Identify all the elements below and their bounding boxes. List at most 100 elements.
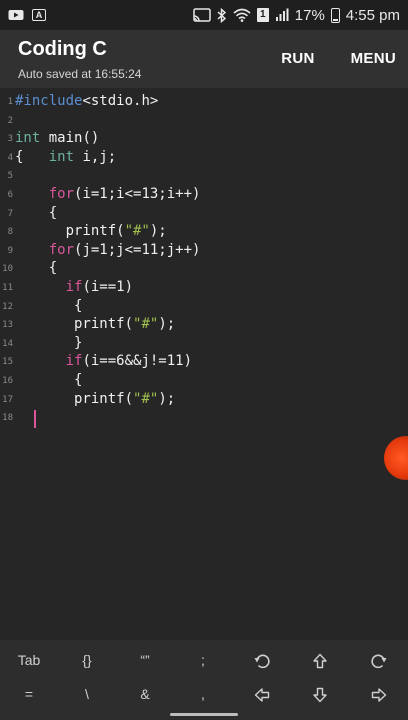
code-line[interactable]: 16 { — [0, 371, 408, 389]
code-token: { — [15, 204, 58, 221]
code-token: if — [65, 279, 83, 295]
code-editor[interactable]: 1 #include<stdio.h> 2 3 int main() 4{ int i,j… — [0, 88, 408, 640]
line-number: 13 — [2, 320, 13, 331]
line-number: 1 — [7, 97, 13, 107]
code-line[interactable]: 9 for(j=1;j<=11;j++) — [0, 241, 408, 259]
code-token: main() — [40, 130, 100, 147]
arrow-down-icon[interactable] — [300, 676, 340, 712]
line-number: 15 — [2, 357, 13, 368]
run-button[interactable]: RUN — [281, 50, 314, 67]
braces-key[interactable]: {} — [67, 642, 107, 678]
clock: 4:55 pm — [345, 6, 400, 24]
code-token: "#" — [133, 390, 159, 407]
sim-icon: 1 — [256, 8, 269, 22]
code-line[interactable]: 3 int main() — [0, 129, 408, 147]
text-cursor — [34, 410, 36, 428]
code-line[interactable]: 8 printf("#"); — [0, 222, 408, 240]
code-text: printf("#"); — [15, 222, 167, 240]
code-text: for(i=1;i<=13;i++) — [15, 185, 201, 203]
code-token: if — [65, 353, 83, 370]
code-line[interactable]: 2 — [0, 111, 408, 129]
code-text: for(j=1;j<=11;j++) — [15, 241, 201, 259]
line-number: 4 — [7, 152, 13, 163]
code-line[interactable]: 7 { — [0, 204, 408, 222]
a-icon: A — [32, 9, 46, 21]
line-number: 18 — [2, 413, 13, 424]
code-token: int — [48, 148, 75, 165]
quotes-key[interactable]: “” — [125, 642, 165, 678]
code-token: (i==1) — [82, 279, 134, 295]
code-line[interactable]: 13 printf("#"); — [0, 315, 408, 333]
line-number: 12 — [2, 301, 13, 312]
code-token: for — [48, 186, 75, 202]
comma-key[interactable]: , — [183, 676, 223, 712]
ampersand-key[interactable]: & — [125, 676, 165, 712]
code-text: { — [15, 371, 82, 389]
code-line[interactable]: 18 — [0, 408, 408, 426]
wifi-icon — [233, 8, 251, 22]
menu-button[interactable]: MENU — [351, 50, 396, 67]
code-line[interactable]: 11 if(i==1) — [0, 278, 408, 296]
code-token: (i==6&&j!=11) — [82, 353, 193, 370]
arrow-right-icon[interactable] — [359, 676, 399, 712]
status-right: 1 17% 4:55 pm — [193, 7, 400, 24]
code-line[interactable]: 1 #include<stdio.h> — [0, 92, 408, 110]
line-number: 17 — [2, 394, 13, 405]
gesture-nav-bar[interactable] — [170, 713, 238, 716]
battery-icon — [330, 7, 340, 23]
code-line[interactable]: 4{ int i,j; — [0, 148, 408, 166]
battery-percent: 17% — [294, 6, 325, 24]
code-token: } — [15, 334, 83, 351]
code-line[interactable]: 5 — [0, 166, 408, 184]
code-token: ); — [158, 390, 176, 407]
app-actions: RUN MENU — [281, 50, 396, 67]
code-token: "#" — [124, 223, 150, 240]
code-token: #include — [15, 93, 83, 109]
code-text: #include<stdio.h> — [15, 92, 158, 110]
redo-icon[interactable] — [359, 642, 399, 678]
backslash-key[interactable]: \ — [67, 676, 107, 712]
code-text: { int i,j; — [15, 148, 116, 166]
line-number: 3 — [7, 134, 13, 145]
code-token: { — [15, 260, 58, 277]
line-number: 11 — [2, 283, 13, 293]
line-number: 2 — [7, 115, 13, 126]
undo-icon[interactable] — [242, 642, 282, 678]
code-text: { — [15, 204, 57, 222]
code-text: if(i==1) — [15, 278, 133, 296]
status-left: A — [8, 9, 46, 21]
status-bar: A 1 17% 4:55 pm — [0, 0, 408, 30]
key-row-2: = \ & , — [0, 676, 408, 712]
code-token: { — [15, 148, 49, 165]
key-row-1: Tab {} “” ; — [0, 642, 408, 678]
semicolon-key[interactable]: ; — [183, 642, 223, 678]
code-line[interactable]: 17 printf("#"); — [0, 390, 408, 408]
code-token: { — [15, 297, 83, 314]
autosave-status: Auto saved at 16:55:24 — [18, 67, 142, 81]
app-bar: Coding C Auto saved at 16:55:24 RUN MENU — [0, 30, 408, 88]
code-line[interactable]: 15 if(i==6&&j!=11) — [0, 352, 408, 370]
equals-key[interactable]: = — [9, 676, 49, 712]
code-line[interactable]: 12 { — [0, 297, 408, 315]
arrow-up-icon[interactable] — [300, 642, 340, 678]
line-number: 5 — [7, 171, 13, 182]
code-line[interactable]: 14 } — [0, 334, 408, 352]
code-token: for — [48, 241, 75, 258]
symbol-keyboard-bar: Tab {} “” ; = \ & , — [0, 640, 408, 720]
bluetooth-icon — [217, 7, 227, 23]
code-text: if(i==6&&j!=11) — [15, 352, 192, 370]
code-line[interactable]: 6 for(i=1;i<=13;i++) — [0, 185, 408, 203]
code-line[interactable]: 10 { — [0, 259, 408, 277]
code-text: printf("#"); — [15, 315, 175, 333]
code-token: { — [15, 372, 83, 388]
code-token: ); — [158, 316, 176, 333]
line-number: 6 — [7, 190, 13, 200]
code-text: } — [15, 334, 82, 352]
arrow-left-icon[interactable] — [242, 676, 282, 712]
code-token: (j=1;j<=11;j++) — [74, 241, 201, 258]
tab-key[interactable]: Tab — [9, 642, 49, 678]
code-text: printf("#"); — [15, 390, 175, 408]
